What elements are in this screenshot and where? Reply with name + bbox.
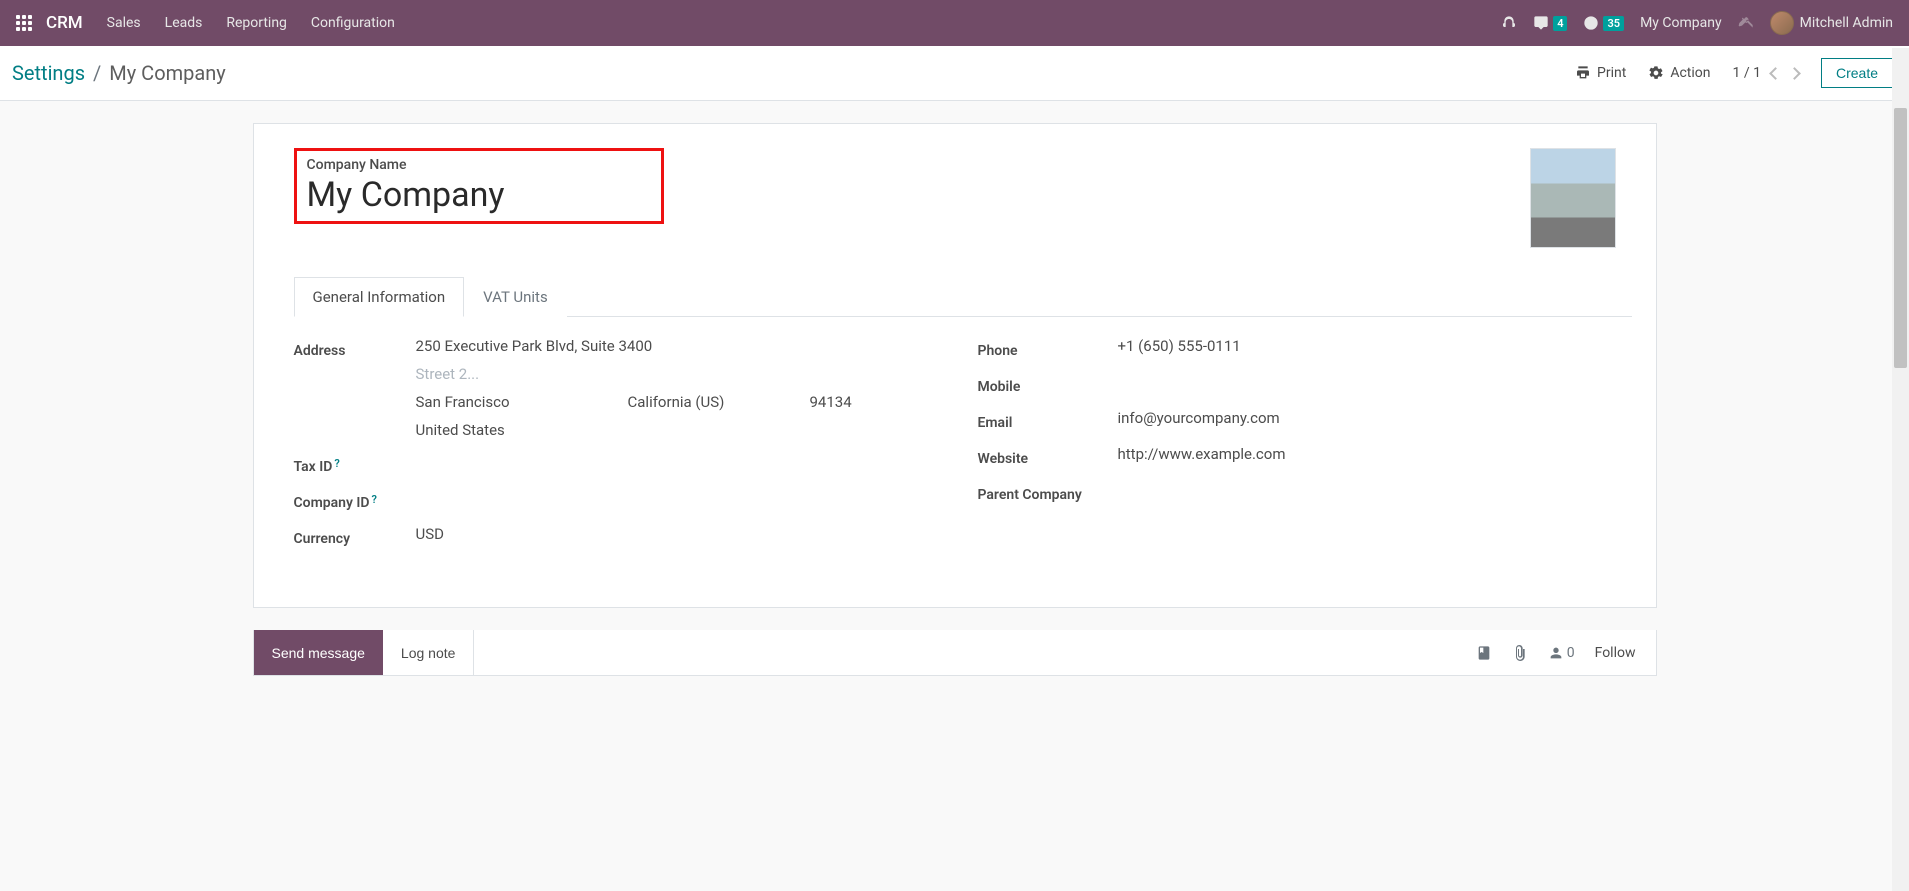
company-switcher[interactable]: My Company xyxy=(1640,15,1722,31)
apps-icon[interactable] xyxy=(16,15,32,31)
app-brand[interactable]: CRM xyxy=(46,13,83,33)
country-input[interactable]: United States xyxy=(416,421,938,439)
activities-badge: 35 xyxy=(1603,16,1624,31)
col-right: Phone +1 (650) 555-0111 Mobile Email inf… xyxy=(978,337,1622,547)
row-phone: Phone +1 (650) 555-0111 xyxy=(978,337,1622,359)
row-address: Address 250 Executive Park Blvd, Suite 3… xyxy=(294,337,938,439)
nav-configuration[interactable]: Configuration xyxy=(311,15,395,31)
print-label: Print xyxy=(1597,65,1626,81)
state-input[interactable]: California (US) xyxy=(628,393,788,411)
breadcrumb-sep: / xyxy=(93,61,101,85)
tab-vat-units[interactable]: VAT Units xyxy=(464,277,567,317)
chatter-inner: Send message Log note 0 Follow xyxy=(253,630,1657,676)
nav-reporting[interactable]: Reporting xyxy=(226,15,287,31)
row-companyid: Company ID? xyxy=(294,489,938,511)
row-email: Email info@yourcompany.com xyxy=(978,409,1622,431)
action-button[interactable]: Action xyxy=(1648,65,1710,81)
pager-label[interactable]: 1 / 1 xyxy=(1733,65,1761,81)
tabs: General Information VAT Units xyxy=(294,276,1632,317)
company-logo[interactable] xyxy=(1530,148,1616,248)
follow-button[interactable]: Follow xyxy=(1595,645,1636,661)
attachment-icon[interactable] xyxy=(1512,645,1528,661)
pager-next-icon[interactable] xyxy=(1788,67,1801,80)
pager: 1 / 1 xyxy=(1733,65,1799,81)
help-taxid-icon[interactable]: ? xyxy=(334,457,339,470)
nav-menu: Sales Leads Reporting Configuration xyxy=(107,15,395,31)
email-input[interactable]: info@yourcompany.com xyxy=(1118,409,1622,431)
company-name-group[interactable]: Company Name My Company xyxy=(294,148,664,224)
help-companyid-icon[interactable]: ? xyxy=(372,493,377,506)
label-address: Address xyxy=(294,337,416,439)
avatar xyxy=(1770,11,1794,35)
navbar: CRM Sales Leads Reporting Configuration … xyxy=(0,0,1909,46)
control-right: Print Action 1 / 1 Create xyxy=(1575,58,1893,88)
zip-input[interactable]: 94134 xyxy=(810,393,852,411)
user-name: Mitchell Admin xyxy=(1800,15,1893,31)
company-name-label: Company Name xyxy=(307,157,651,173)
currency-input[interactable]: USD xyxy=(416,525,938,547)
print-button[interactable]: Print xyxy=(1575,65,1626,81)
col-left: Address 250 Executive Park Blvd, Suite 3… xyxy=(294,337,938,547)
messages-icon[interactable]: 4 xyxy=(1533,15,1567,31)
nav-right: 4 35 My Company Mitchell Admin xyxy=(1501,11,1893,35)
pager-prev-icon[interactable] xyxy=(1769,67,1782,80)
label-email: Email xyxy=(978,409,1118,431)
address-row-csz: San Francisco California (US) 94134 xyxy=(416,393,938,411)
row-website: Website http://www.example.com xyxy=(978,445,1622,467)
row-mobile: Mobile xyxy=(978,373,1622,395)
log-note-button[interactable]: Log note xyxy=(383,630,475,675)
phone-input[interactable]: +1 (650) 555-0111 xyxy=(1118,337,1622,359)
address-block: 250 Executive Park Blvd, Suite 3400 Stre… xyxy=(416,337,938,439)
nav-leads[interactable]: Leads xyxy=(165,15,203,31)
mobile-input[interactable] xyxy=(1118,373,1622,395)
label-website: Website xyxy=(978,445,1118,467)
support-icon[interactable] xyxy=(1501,15,1517,31)
book-icon[interactable] xyxy=(1476,645,1492,661)
row-parent-company: Parent Company xyxy=(978,481,1622,503)
sheet-wrap: Company Name My Company General Informat… xyxy=(0,101,1909,630)
street1-input[interactable]: 250 Executive Park Blvd, Suite 3400 xyxy=(416,337,938,355)
send-message-button[interactable]: Send message xyxy=(254,630,383,675)
label-parent-company: Parent Company xyxy=(978,481,1118,503)
website-input[interactable]: http://www.example.com xyxy=(1118,445,1622,467)
person-icon xyxy=(1548,645,1564,661)
followers-count[interactable]: 0 xyxy=(1548,645,1575,661)
action-label: Action xyxy=(1670,65,1710,81)
control-bar: Settings / My Company Print Action 1 / 1… xyxy=(0,46,1909,101)
create-button[interactable]: Create xyxy=(1821,58,1893,88)
form-grid: Address 250 Executive Park Blvd, Suite 3… xyxy=(294,337,1632,547)
breadcrumb-parent[interactable]: Settings xyxy=(12,61,85,85)
user-menu[interactable]: Mitchell Admin xyxy=(1770,11,1893,35)
debug-icon[interactable] xyxy=(1738,15,1754,31)
label-taxid: Tax ID? xyxy=(294,453,416,475)
company-name-value[interactable]: My Company xyxy=(307,175,651,215)
label-companyid: Company ID? xyxy=(294,489,416,511)
tab-general[interactable]: General Information xyxy=(294,277,465,317)
breadcrumb-current: My Company xyxy=(109,61,225,85)
messages-badge: 4 xyxy=(1553,16,1567,31)
companyid-input[interactable] xyxy=(416,489,938,511)
parent-company-input[interactable] xyxy=(1118,481,1622,503)
row-taxid: Tax ID? xyxy=(294,453,938,475)
city-input[interactable]: San Francisco xyxy=(416,393,606,411)
nav-sales[interactable]: Sales xyxy=(107,15,141,31)
breadcrumb: Settings / My Company xyxy=(12,61,226,85)
scrollbar[interactable] xyxy=(1892,48,1909,891)
label-currency: Currency xyxy=(294,525,416,547)
followers-number: 0 xyxy=(1567,645,1575,661)
chatter: Send message Log note 0 Follow xyxy=(0,630,1909,676)
form-sheet: Company Name My Company General Informat… xyxy=(253,123,1657,608)
taxid-input[interactable] xyxy=(416,453,938,475)
street2-input[interactable]: Street 2... xyxy=(416,365,938,383)
chatter-right: 0 Follow xyxy=(1476,645,1656,661)
activities-icon[interactable]: 35 xyxy=(1583,15,1624,31)
row-currency: Currency USD xyxy=(294,525,938,547)
label-phone: Phone xyxy=(978,337,1118,359)
label-mobile: Mobile xyxy=(978,373,1118,395)
